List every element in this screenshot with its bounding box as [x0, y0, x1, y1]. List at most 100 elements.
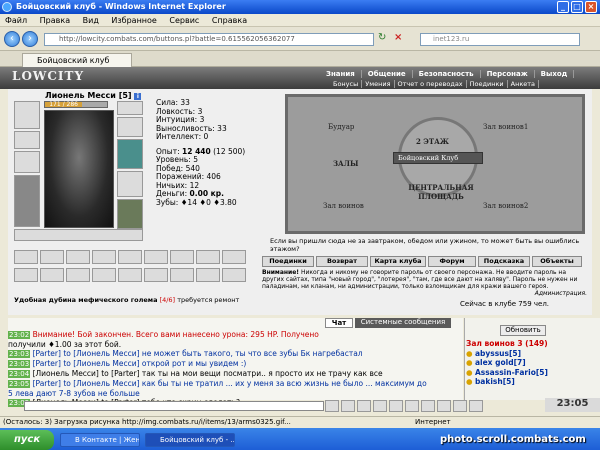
user-item[interactable]: ● Assassin-Fario[5] — [466, 368, 548, 378]
chat-log[interactable]: 23:02 Внимание! Бой закончен. Всего вами… — [8, 318, 463, 407]
chat-time: 23:03 — [8, 350, 31, 358]
inv-slot[interactable] — [14, 250, 38, 264]
inv-slot[interactable] — [92, 250, 116, 264]
user-name[interactable]: bakish[5] — [475, 377, 515, 386]
nav-character[interactable]: Персонаж — [481, 70, 535, 78]
contacts-icon[interactable] — [405, 400, 419, 412]
user-name[interactable]: Assassin-Fario[5] — [475, 368, 548, 377]
nav-profile[interactable]: Анкета — [508, 80, 540, 88]
tab-combats[interactable]: Бойцовский клуб — [22, 53, 132, 67]
nav-transfers[interactable]: Отчет о переводах — [395, 80, 467, 88]
bracelet-slot[interactable] — [117, 101, 143, 115]
map-label-boudoir[interactable]: Будуар — [328, 123, 354, 131]
chat-input[interactable] — [24, 401, 324, 411]
belt-slot[interactable] — [117, 171, 143, 197]
menu-file[interactable]: Файл — [0, 14, 32, 27]
forum-button[interactable]: Форум — [428, 256, 476, 267]
security-warning: Внимание! Никогда и никому не говорите п… — [262, 269, 587, 297]
taskbar-item-vkontakte[interactable]: В Контакте | Женя ... — [60, 433, 140, 447]
clear-icon[interactable] — [357, 400, 371, 412]
nav-skills[interactable]: Умения — [362, 80, 395, 88]
info-icon[interactable]: i — [134, 93, 142, 100]
pants-slot[interactable] — [117, 199, 143, 229]
log-icon[interactable] — [453, 400, 467, 412]
club-map-button[interactable]: Карта клуба — [370, 256, 426, 267]
taskbar-item-combats[interactable]: Бойцовский клуб - ... — [145, 433, 235, 447]
map-label-hall2[interactable]: Зал воинов2 — [483, 202, 528, 210]
start-button[interactable]: пуск — [0, 430, 54, 450]
url-input[interactable]: http://lowcity.combats.com/buttons.pl?ba… — [44, 33, 374, 46]
nav-fights[interactable]: Поединки — [467, 80, 508, 88]
smiley-icon[interactable] — [341, 400, 355, 412]
map-label-hall[interactable]: Зал воинов — [323, 202, 364, 210]
user-item[interactable]: ● bakish[5] — [466, 377, 548, 387]
map-label-square[interactable]: ЦЕНТРАЛЬНАЯ ПЛОЩАДЬ — [406, 183, 476, 201]
boots-row[interactable] — [14, 229, 143, 241]
refresh-button[interactable]: Обновить — [500, 325, 546, 336]
inv-slot[interactable] — [14, 268, 38, 282]
fights-button[interactable]: Поединки — [262, 256, 314, 267]
user-name[interactable]: alex gold[7] — [475, 358, 526, 367]
club-map[interactable]: Будуар Зал воинов1 2 ЭТАЖ Бойцовский Клу… — [285, 94, 585, 234]
inv-slot[interactable] — [40, 268, 64, 282]
inv-slot[interactable] — [40, 250, 64, 264]
menu-help[interactable]: Справка — [207, 14, 252, 27]
inv-slot[interactable] — [196, 268, 220, 282]
game-nav-top: Знания Общение Безопасность Персонаж Выход — [320, 69, 580, 78]
back-button[interactable]: ‹ — [4, 31, 20, 47]
menu-favorites[interactable]: Избранное — [106, 14, 161, 27]
user-item[interactable]: ● alex gold[7] — [466, 358, 548, 368]
inv-slot[interactable] — [66, 250, 90, 264]
tab-chat[interactable]: Чат — [325, 318, 353, 328]
nav-knowledge[interactable]: Знания — [320, 70, 362, 78]
user-item[interactable]: ● abyssus[5] — [466, 349, 548, 359]
weapon-slot[interactable] — [14, 175, 40, 227]
refresh-icon[interactable]: ↻ — [378, 32, 390, 44]
amulet-slot[interactable] — [14, 151, 40, 173]
forward-button[interactable]: › — [22, 31, 38, 47]
nav-security[interactable]: Безопасность — [413, 70, 481, 78]
stop-icon[interactable]: × — [394, 32, 406, 44]
menu-edit[interactable]: Правка — [35, 14, 75, 27]
inv-slot[interactable] — [196, 250, 220, 264]
menu-view[interactable]: Вид — [78, 14, 104, 27]
map-label-hall1[interactable]: Зал воинов1 — [483, 123, 528, 131]
inv-slot[interactable] — [118, 250, 142, 264]
chat-text: 5 лева дают 7-8 зубов не больше — [8, 389, 140, 398]
map-label-club[interactable]: Бойцовский Клуб — [398, 154, 458, 162]
maximize-button[interactable]: □ — [571, 1, 583, 13]
inv-slot[interactable] — [170, 268, 194, 282]
character-name[interactable]: Лионель Месси [5] i — [45, 91, 142, 100]
inv-slot[interactable] — [92, 268, 116, 282]
menu-tools[interactable]: Сервис — [164, 14, 204, 27]
inv-slot[interactable] — [170, 250, 194, 264]
exit-icon[interactable] — [469, 400, 483, 412]
inv-slot[interactable] — [144, 268, 168, 282]
chat-text: [Parter] to [Лионель Месси] как бы ты не… — [32, 379, 427, 388]
inv-slot[interactable] — [144, 250, 168, 264]
filter-icon[interactable] — [373, 400, 387, 412]
close-button[interactable]: × — [585, 1, 597, 13]
gloves-slot[interactable] — [117, 117, 143, 137]
inv-slot[interactable] — [118, 268, 142, 282]
music-icon[interactable] — [421, 400, 435, 412]
help-icon[interactable] — [437, 400, 451, 412]
user-name[interactable]: abyssus[5] — [475, 349, 521, 358]
nav-communication[interactable]: Общение — [362, 70, 413, 78]
nav-exit[interactable]: Выход — [535, 70, 575, 78]
helmet-slot[interactable] — [14, 101, 40, 129]
shield-slot[interactable] — [117, 139, 143, 169]
inv-slot[interactable] — [222, 268, 246, 282]
nav-bonuses[interactable]: Бонусы — [330, 80, 363, 88]
tab-system-messages[interactable]: Системные сообщения — [355, 318, 451, 328]
send-icon[interactable] — [325, 400, 339, 412]
return-button[interactable]: Возврат — [316, 256, 368, 267]
hint-button[interactable]: Подсказка — [478, 256, 530, 267]
minimize-button[interactable]: _ — [557, 1, 569, 13]
earring-slot[interactable] — [14, 131, 40, 149]
inv-slot[interactable] — [66, 268, 90, 282]
search-input[interactable]: inet123.ru — [420, 33, 580, 46]
inv-slot[interactable] — [222, 250, 246, 264]
settings-icon[interactable] — [389, 400, 403, 412]
objects-button[interactable]: Объекты — [532, 256, 582, 267]
